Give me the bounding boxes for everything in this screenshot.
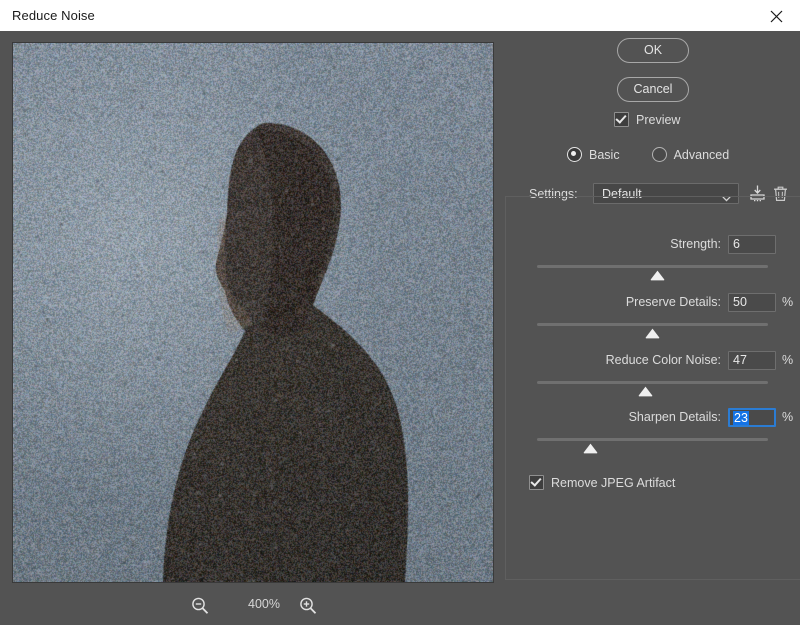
slider-label-row: Preserve Details: 50% [505, 292, 800, 313]
radio-advanced-label: Advanced [674, 148, 730, 162]
zoom-toolbar: 400% [12, 591, 494, 621]
slider-thumb[interactable] [583, 443, 598, 454]
selected-text: 23 [733, 411, 749, 425]
preview-canvas[interactable] [13, 43, 493, 582]
ok-button[interactable]: OK [617, 38, 689, 63]
slider-name: Preserve Details: [626, 292, 721, 313]
window-title: Reduce Noise [12, 8, 95, 23]
slider-thumb-glyph [645, 328, 660, 339]
remove-jpeg-artifact-checkbox[interactable]: Remove JPEG Artifact [529, 475, 675, 490]
radio-advanced[interactable]: Advanced [652, 147, 730, 162]
controls-panel: OK Cancel Preview Basic Advanced Setting… [505, 31, 800, 625]
checkbox-check-icon [529, 475, 544, 490]
slider-track[interactable] [537, 265, 768, 268]
slider-unit: % [782, 292, 800, 313]
title-bar: Reduce Noise [0, 0, 800, 32]
close-icon[interactable] [754, 0, 800, 31]
zoom-in-glyph [296, 594, 320, 618]
slider-value-input[interactable]: 23 [728, 408, 776, 427]
radio-basic[interactable]: Basic [567, 147, 620, 162]
preview-image[interactable] [12, 42, 494, 583]
slider-preserve-details: Preserve Details: 50% [505, 292, 800, 348]
close-glyph [770, 10, 783, 23]
slider-label-row: Reduce Color Noise: 47% [505, 350, 800, 371]
slider-name: Sharpen Details: [629, 407, 721, 428]
slider-track[interactable] [537, 323, 768, 326]
dialog-body: 400% OK Cancel Preview Basic Advanced Se… [0, 31, 800, 625]
cancel-button[interactable]: Cancel [617, 77, 689, 102]
slider-track[interactable] [537, 381, 768, 384]
slider-label-row: Sharpen Details: 23% [505, 407, 800, 428]
slider-thumb[interactable] [638, 386, 653, 397]
preview-checkbox-label: Preview [636, 113, 680, 127]
slider-name: Reduce Color Noise: [606, 350, 721, 371]
slider-unit: % [782, 350, 800, 371]
slider-label-row: Strength:6% [505, 234, 800, 255]
slider-thumb-glyph [638, 386, 653, 397]
slider-reduce-color-noise: Reduce Color Noise: 47% [505, 350, 800, 406]
zoom-in-icon[interactable] [296, 594, 320, 618]
radio-unselected-icon [652, 147, 667, 162]
slider-strength: Strength:6% [505, 234, 800, 290]
zoom-out-glyph [188, 594, 212, 618]
mode-radio-group: Basic Advanced [567, 147, 729, 162]
radio-selected-icon [567, 147, 582, 162]
reduce-noise-dialog: Reduce Noise 400% OK Cancel Preview Basi… [0, 0, 800, 625]
slider-thumb-glyph [650, 270, 665, 281]
slider-thumb-glyph [583, 443, 598, 454]
slider-value-input[interactable]: 50 [728, 293, 776, 312]
slider-value-input[interactable]: 6 [728, 235, 776, 254]
slider-track[interactable] [537, 438, 768, 441]
slider-unit: % [782, 407, 800, 428]
remove-jpeg-artifact-label: Remove JPEG Artifact [551, 476, 675, 490]
preview-checkbox[interactable]: Preview [614, 112, 680, 127]
slider-sharpen-details: Sharpen Details: 23% [505, 407, 800, 463]
slider-name: Strength: [670, 234, 721, 255]
zoom-out-icon[interactable] [188, 594, 212, 618]
slider-thumb[interactable] [650, 270, 665, 281]
slider-thumb[interactable] [645, 328, 660, 339]
radio-basic-label: Basic [589, 148, 620, 162]
slider-value-input[interactable]: 47 [728, 351, 776, 370]
checkbox-check-icon [614, 112, 629, 127]
